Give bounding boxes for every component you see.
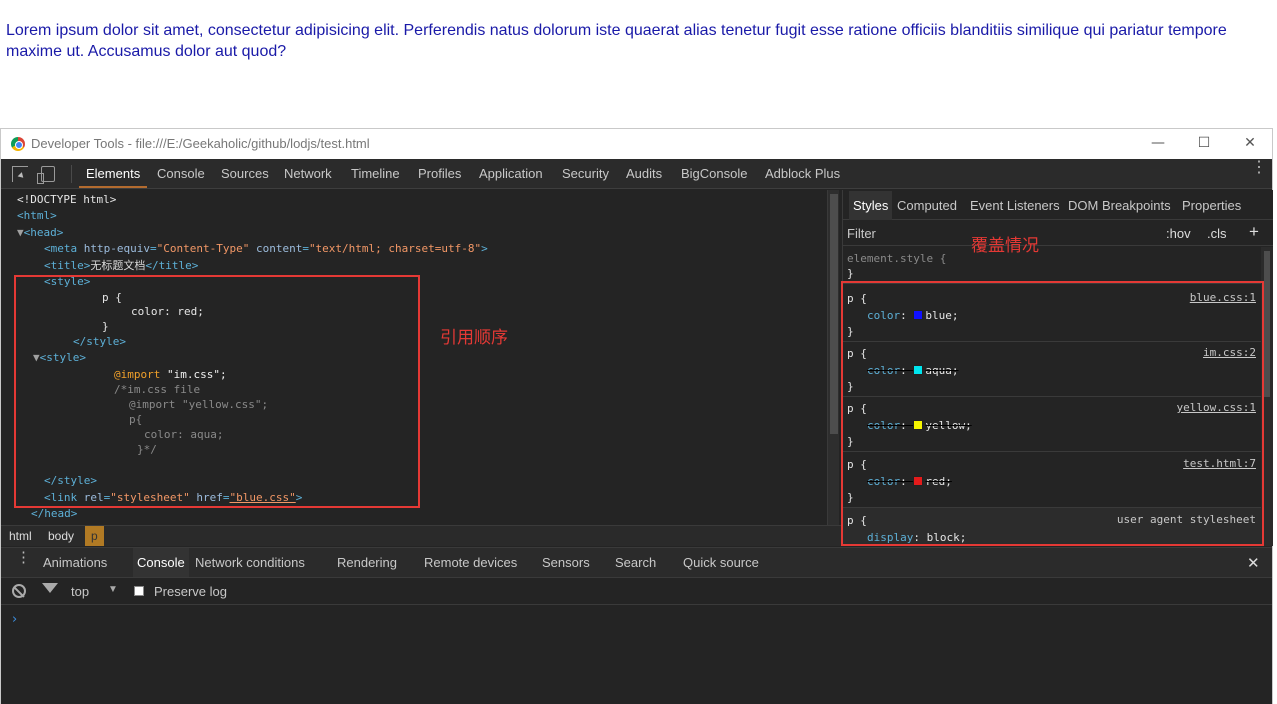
dom-line-meta[interactable]: <meta http-equiv="Content-Type" content=… bbox=[44, 241, 488, 257]
minimize-button[interactable]: — bbox=[1141, 131, 1175, 155]
tab-styles[interactable]: Styles bbox=[849, 191, 893, 220]
tab-security[interactable]: Security bbox=[562, 159, 609, 188]
page-edge bbox=[1273, 128, 1277, 704]
scrollbar-thumb[interactable] bbox=[1264, 251, 1270, 397]
drawer-tab-remote-devices[interactable]: Remote devices bbox=[424, 548, 517, 578]
html-open-tag: <html> bbox=[17, 209, 57, 222]
tab-dom-breakpoints[interactable]: DOM Breakpoints bbox=[1068, 198, 1171, 213]
filter-icon[interactable] bbox=[42, 583, 58, 593]
close-window-button[interactable]: ✕ bbox=[1233, 131, 1267, 155]
title-open-tag: <title> bbox=[44, 259, 91, 272]
tab-computed[interactable]: Computed bbox=[897, 198, 957, 213]
styles-filter-bar: Filter :hov .cls + bbox=[843, 220, 1274, 246]
drawer-tab-animations[interactable]: Animations bbox=[43, 548, 107, 578]
breadcrumb-html[interactable]: html bbox=[3, 526, 38, 546]
preserve-log-label: Preserve log bbox=[154, 584, 227, 599]
breadcrumb: html body p bbox=[1, 525, 841, 546]
breadcrumb-body[interactable]: body bbox=[42, 526, 80, 546]
doctype-text: <!DOCTYPE html> bbox=[17, 193, 117, 206]
dom-line-head-close[interactable]: </head> bbox=[31, 506, 77, 522]
tab-application[interactable]: Application bbox=[479, 159, 543, 188]
maximize-button[interactable]: ☐ bbox=[1187, 131, 1221, 155]
console-output[interactable]: › bbox=[1, 606, 1272, 704]
hover-state-toggle[interactable]: :hov bbox=[1166, 226, 1191, 241]
dom-line-head[interactable]: ▼<head> bbox=[17, 225, 63, 241]
override-highlight bbox=[841, 281, 1264, 546]
dom-line-html[interactable]: <html> bbox=[17, 208, 57, 224]
drawer-menu-icon[interactable]: ⋮ bbox=[16, 550, 31, 565]
meta-val-1: "Content-Type" bbox=[156, 242, 250, 255]
tab-network[interactable]: Network bbox=[284, 159, 332, 188]
title-text-node: 无标题文档 bbox=[90, 259, 146, 272]
tab-elements[interactable]: Elements bbox=[79, 159, 148, 188]
reference-order-highlight bbox=[14, 275, 420, 508]
more-options-icon[interactable]: ⋮ bbox=[1251, 160, 1267, 183]
drawer-tabbar: ⋮ Animations Console Network conditions … bbox=[1, 547, 1272, 578]
scrollbar-thumb[interactable] bbox=[830, 194, 838, 434]
tab-properties[interactable]: Properties bbox=[1182, 198, 1241, 213]
class-toggle[interactable]: .cls bbox=[1207, 226, 1227, 241]
drawer-tab-sensors[interactable]: Sensors bbox=[542, 548, 590, 578]
head-open-tag: <head> bbox=[23, 226, 64, 239]
title-bar: Developer Tools - file:///E:/Geekaholic/… bbox=[1, 129, 1272, 159]
override-annotation: 覆盖情况 bbox=[971, 236, 1039, 256]
window-title: Developer Tools - file:///E:/Geekaholic/… bbox=[31, 136, 370, 151]
inspect-element-icon[interactable] bbox=[12, 166, 28, 182]
dom-line-title[interactable]: <title>无标题文档</title> bbox=[44, 258, 198, 274]
tab-bigconsole[interactable]: BigConsole bbox=[681, 159, 748, 188]
device-toolbar-icon[interactable] bbox=[37, 166, 55, 184]
preserve-log-checkbox[interactable] bbox=[134, 586, 144, 596]
context-dropdown-icon[interactable]: ▼ bbox=[108, 584, 118, 595]
meta-val-2: "text/html; charset=utf-8" bbox=[308, 242, 482, 255]
meta-attr-2: content bbox=[255, 242, 303, 255]
toolbar-divider bbox=[71, 165, 72, 183]
elements-scrollbar[interactable] bbox=[827, 190, 839, 525]
meta-attr-1: http-equiv bbox=[83, 242, 150, 255]
drawer-tab-network-conditions[interactable]: Network conditions bbox=[195, 548, 305, 578]
element-style-close: } bbox=[847, 267, 854, 280]
tab-sources[interactable]: Sources bbox=[221, 159, 269, 188]
add-rule-icon[interactable]: + bbox=[1249, 222, 1259, 242]
context-selector[interactable]: top bbox=[71, 584, 89, 599]
console-prompt[interactable]: › bbox=[12, 612, 17, 627]
drawer-tab-search[interactable]: Search bbox=[615, 548, 656, 578]
styles-tabbar: Styles Computed Event Listeners DOM Brea… bbox=[843, 190, 1274, 220]
tab-profiles[interactable]: Profiles bbox=[418, 159, 461, 188]
drawer-tab-console[interactable]: Console bbox=[133, 548, 189, 578]
page-paragraph: Lorem ipsum dolor sit amet, consectetur … bbox=[6, 22, 1227, 60]
chrome-logo-icon bbox=[11, 137, 25, 151]
tab-timeline[interactable]: Timeline bbox=[351, 159, 400, 188]
dom-line-doctype[interactable]: <!DOCTYPE html> bbox=[17, 192, 116, 208]
tab-adblock-plus[interactable]: Adblock Plus bbox=[765, 159, 840, 188]
clear-console-icon[interactable] bbox=[12, 584, 26, 598]
breadcrumb-p[interactable]: p bbox=[85, 526, 104, 546]
reference-order-annotation: 引用顺序 bbox=[440, 328, 508, 348]
tab-audits[interactable]: Audits bbox=[626, 159, 662, 188]
tab-event-listeners[interactable]: Event Listeners bbox=[970, 198, 1060, 213]
screen: Lorem ipsum dolor sit amet, consectetur … bbox=[0, 0, 1277, 704]
close-drawer-icon[interactable]: ✕ bbox=[1247, 554, 1260, 572]
head-close-tag: </head> bbox=[31, 507, 78, 520]
element-style-selector[interactable]: element.style { bbox=[847, 251, 946, 267]
drawer-tab-quick-source[interactable]: Quick source bbox=[683, 548, 759, 578]
devtools-toolbar: Elements Console Sources Network Timelin… bbox=[1, 159, 1272, 189]
tab-console[interactable]: Console bbox=[157, 159, 205, 188]
console-toolbar: top ▼ Preserve log bbox=[1, 577, 1272, 605]
element-style-text: element.style { bbox=[847, 252, 947, 265]
meta-tag-name: meta bbox=[50, 242, 78, 255]
drawer-tab-rendering[interactable]: Rendering bbox=[337, 548, 397, 578]
expand-triangle-icon[interactable]: ▼ bbox=[17, 226, 24, 239]
title-close-tag: </title> bbox=[145, 259, 199, 272]
filter-input[interactable]: Filter bbox=[847, 226, 876, 241]
